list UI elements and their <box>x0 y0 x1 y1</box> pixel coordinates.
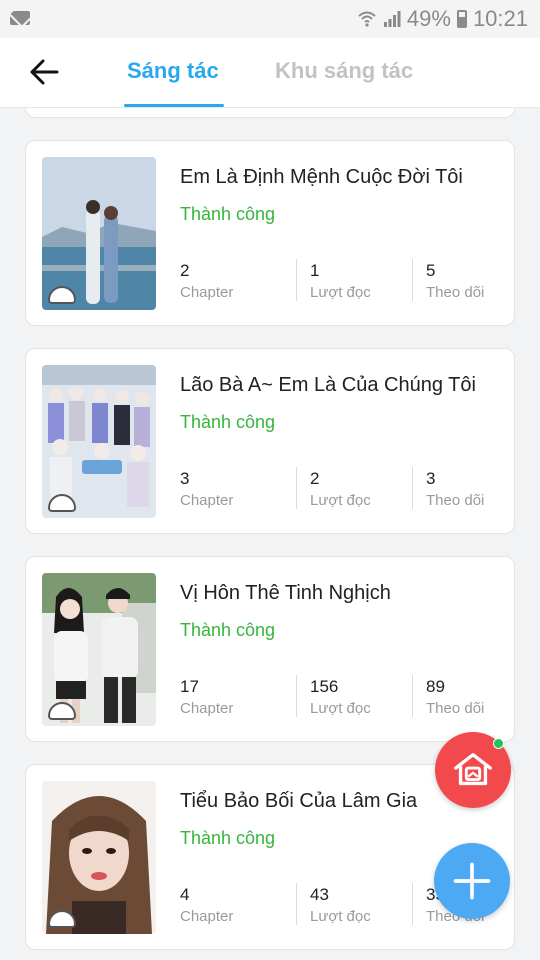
stat-value: 17 <box>180 677 199 696</box>
story-status: Thành công <box>180 412 276 432</box>
wifi-icon <box>358 11 376 27</box>
story-title[interactable]: Lão Bà A~ Em Là Của Chúng Tôi <box>180 374 476 397</box>
notification-dot <box>493 738 504 749</box>
stat-label: Lượt đọc <box>310 700 371 717</box>
story-card[interactable]: Vị Hôn Thê Tinh Nghịch Thành công 17 Cha… <box>25 556 515 742</box>
story-status: Thành công <box>180 204 276 224</box>
stat-label: Chapter <box>180 700 234 717</box>
top-bar: Sáng tác Khu sáng tác <box>0 38 540 108</box>
stat-label: Lượt đọc <box>310 284 371 301</box>
stat-value: 4 <box>180 885 190 904</box>
stat-chapters: 17 Chapter <box>180 675 296 719</box>
story-title[interactable]: Vị Hôn Thê Tinh Nghịch <box>180 582 391 605</box>
stat-value: 1 <box>310 261 320 280</box>
arrow-left-icon <box>30 59 59 85</box>
story-cover-image <box>42 365 156 518</box>
mail-icon <box>10 11 30 25</box>
story-stats: 17 Chapter 156 Lượt đọc 89 Theo dõi <box>180 675 528 719</box>
stat-value: 2 <box>180 261 190 280</box>
stat-label: Theo dõi <box>426 492 485 509</box>
story-title[interactable]: Tiểu Bảo Bối Của Lâm Gia <box>180 790 417 813</box>
story-list: Em Là Định Mệnh Cuộc Đời Tôi Thành công … <box>25 108 515 960</box>
stat-label: Theo dõi <box>426 700 485 717</box>
tab-khu-sang-tac[interactable]: Khu sáng tác <box>275 58 413 84</box>
stat-reads: 156 Lượt đọc <box>296 675 412 719</box>
stat-followers: 89 Theo dõi <box>412 675 528 719</box>
battery-percent: 49% <box>406 6 451 31</box>
stat-label: Chapter <box>180 908 234 925</box>
stat-value: 89 <box>426 677 445 696</box>
back-button[interactable] <box>24 52 64 92</box>
stat-chapters: 2 Chapter <box>180 259 296 303</box>
story-stats: 2 Chapter 1 Lượt đọc 5 Theo dõi <box>180 259 528 303</box>
house-icon <box>454 752 492 786</box>
story-card-partial <box>25 108 515 118</box>
stat-label: Lượt đọc <box>310 908 371 925</box>
add-story-button[interactable] <box>434 843 510 919</box>
stat-value: 156 <box>310 677 339 696</box>
story-status: Thành công <box>180 828 276 848</box>
stat-label: Lượt đọc <box>310 492 371 509</box>
status-bar: 49% 10:21 <box>0 0 540 38</box>
plus-icon <box>453 862 491 900</box>
story-card[interactable]: Em Là Định Mệnh Cuộc Đời Tôi Thành công … <box>25 140 515 326</box>
stat-reads: 43 Lượt đọc <box>296 883 412 927</box>
stat-chapters: 3 Chapter <box>180 467 296 511</box>
stat-chapters: 4 Chapter <box>180 883 296 927</box>
stat-label: Theo dõi <box>426 284 485 301</box>
story-stats: 3 Chapter 2 Lượt đọc 3 Theo dõi <box>180 467 528 511</box>
cell-signal-icon <box>383 11 401 27</box>
stat-reads: 2 Lượt đọc <box>296 467 412 511</box>
stat-value: 3 <box>426 469 436 488</box>
tab-sang-tac[interactable]: Sáng tác <box>127 58 219 84</box>
story-cover-image <box>42 573 156 726</box>
stat-value: 5 <box>426 261 436 280</box>
stat-value: 3 <box>180 469 190 488</box>
stat-followers: 5 Theo dõi <box>412 259 528 303</box>
stat-value: 43 <box>310 885 329 904</box>
active-tab-indicator <box>124 104 224 107</box>
stat-value: 2 <box>310 469 320 488</box>
story-status: Thành công <box>180 620 276 640</box>
story-cover-image <box>42 157 156 310</box>
story-title[interactable]: Em Là Định Mệnh Cuộc Đời Tôi <box>180 166 463 189</box>
stat-label: Chapter <box>180 492 234 509</box>
battery-icon <box>456 10 467 28</box>
stat-followers: 3 Theo dõi <box>412 467 528 511</box>
stat-label: Chapter <box>180 284 234 301</box>
stat-reads: 1 Lượt đọc <box>296 259 412 303</box>
story-cover-image <box>42 781 156 934</box>
story-card[interactable]: Lão Bà A~ Em Là Của Chúng Tôi Thành công… <box>25 348 515 534</box>
clock: 10:21 <box>472 6 528 31</box>
